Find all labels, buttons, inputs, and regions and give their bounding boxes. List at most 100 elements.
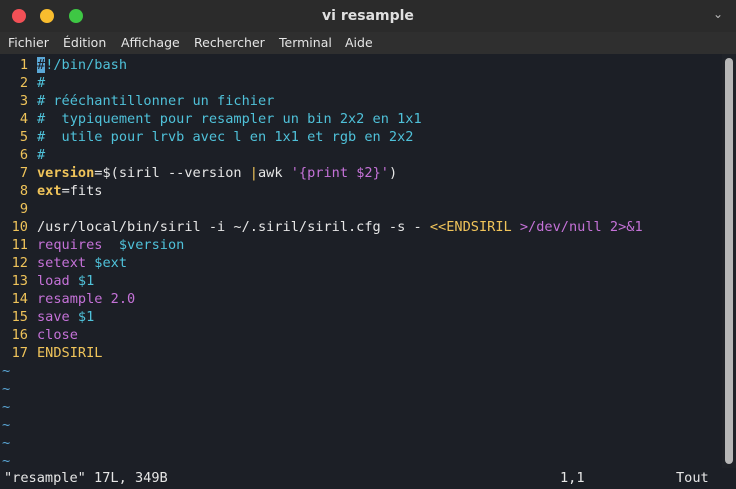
menu-terminal[interactable]: Terminal bbox=[279, 32, 332, 54]
vi-editor[interactable]: 1 #!/bin/bash 2 #3 # rééchantillonner un fic… bbox=[0, 54, 722, 469]
chevron-down-icon[interactable]: ⌄ bbox=[710, 6, 726, 22]
code-token: # bbox=[37, 147, 46, 163]
code-token: '{print $2}' bbox=[290, 165, 389, 181]
code-line[interactable]: 13 load $1 bbox=[0, 272, 95, 290]
line-number: 13 bbox=[11, 273, 28, 289]
code-text: /usr/local/bin/siril -i ~/.siril/siril.c… bbox=[28, 218, 643, 236]
line-number: 4 bbox=[19, 111, 28, 127]
code-token: ENDSIRIL bbox=[37, 345, 103, 361]
code-text: # bbox=[28, 146, 45, 164]
code-text: ENDSIRIL bbox=[28, 344, 102, 362]
code-text: requires $version bbox=[28, 236, 184, 254]
code-line[interactable]: 2 # bbox=[0, 74, 45, 92]
code-text: setext $ext bbox=[28, 254, 127, 272]
code-token: $version bbox=[118, 237, 185, 253]
code-line[interactable]: 15 save $1 bbox=[0, 308, 95, 326]
code-line[interactable]: 5 # utile pour lrvb avec l en 1x1 et rgb … bbox=[0, 128, 414, 146]
line-number: 5 bbox=[19, 129, 28, 145]
empty-line-marker: ~ bbox=[2, 435, 11, 451]
code-token: close bbox=[37, 327, 78, 343]
empty-line-marker: ~ bbox=[2, 363, 11, 379]
code-line[interactable]: 17 ENDSIRIL bbox=[0, 344, 103, 362]
code-line[interactable]: 16 close bbox=[0, 326, 78, 344]
code-line[interactable]: 4 # typiquement pour resampler un bin 2x2… bbox=[0, 110, 422, 128]
code-token: | bbox=[249, 165, 258, 181]
code-token: setext bbox=[37, 255, 95, 271]
cursor-position: 1,1 bbox=[560, 470, 585, 486]
code-text: # bbox=[28, 74, 45, 92]
code-line[interactable]: 1 #!/bin/bash bbox=[0, 56, 127, 74]
empty-line-marker: ~ bbox=[2, 417, 11, 433]
code-token: # bbox=[37, 75, 46, 91]
code-token: awk bbox=[257, 165, 291, 181]
code-token: # rééchantillonner un fichier bbox=[37, 93, 275, 109]
code-token: version bbox=[37, 165, 95, 181]
code-token: requires bbox=[37, 237, 119, 253]
code-token: =$(siril --version bbox=[94, 165, 250, 181]
code-text: resample 2.0 bbox=[28, 290, 135, 308]
line-number: 1 bbox=[19, 57, 28, 73]
text-cursor: # bbox=[37, 57, 46, 73]
code-text: #!/bin/bash bbox=[28, 56, 127, 74]
menu-affichage[interactable]: Affichage bbox=[121, 32, 180, 54]
empty-line-marker: ~ bbox=[2, 399, 11, 415]
menu-fichier[interactable]: Fichier bbox=[8, 32, 49, 54]
code-line[interactable]: 6 # bbox=[0, 146, 45, 164]
scroll-indicator: Tout bbox=[676, 470, 709, 486]
code-token: ext bbox=[37, 183, 62, 199]
line-number: 9 bbox=[19, 201, 28, 217]
empty-line-marker: ~ bbox=[2, 381, 11, 397]
code-token: $1 bbox=[77, 273, 95, 289]
code-text: load $1 bbox=[28, 272, 94, 290]
code-token: # utile pour lrvb avec l en 1x1 et rgb e… bbox=[37, 129, 414, 145]
code-token: resample 2.0 bbox=[37, 291, 136, 307]
line-number: 15 bbox=[11, 309, 28, 325]
code-token: ) bbox=[388, 165, 398, 181]
vi-status-line: "resample" 17L, 349B 1,1 Tout bbox=[0, 468, 736, 489]
code-text: # rééchantillonner un fichier bbox=[28, 92, 274, 110]
code-text: version=$(siril --version |awk '{print $… bbox=[28, 164, 397, 182]
code-line[interactable]: 9 bbox=[0, 200, 37, 218]
code-token: >/dev/null 2>&1 bbox=[519, 219, 643, 235]
menu-aide[interactable]: Aide bbox=[345, 32, 373, 54]
code-line[interactable]: 12 setext $ext bbox=[0, 254, 127, 272]
line-number: 14 bbox=[11, 291, 28, 307]
scrollbar-thumb[interactable] bbox=[725, 58, 733, 464]
title-bar[interactable]: vi resample ⌄ bbox=[0, 0, 736, 32]
code-line[interactable]: 11 requires $version bbox=[0, 236, 185, 254]
code-token: # typiquement pour resampler un bin 2x2 … bbox=[37, 111, 422, 127]
line-number: 6 bbox=[19, 147, 28, 163]
code-token: $ext bbox=[94, 255, 128, 271]
code-line[interactable]: 7 version=$(siril --version |awk '{print … bbox=[0, 164, 397, 182]
code-token: load bbox=[37, 273, 78, 289]
menu-rechercher[interactable]: Rechercher bbox=[194, 32, 265, 54]
code-token: /usr/local/bin/siril -i ~/.siril/siril.c… bbox=[37, 219, 430, 235]
code-text: ext=fits bbox=[28, 182, 102, 200]
menu-bar: Fichier Édition Affichage Rechercher Ter… bbox=[0, 32, 736, 54]
code-token: =fits bbox=[61, 183, 103, 199]
line-number: 3 bbox=[19, 93, 28, 109]
code-text: # typiquement pour resampler un bin 2x2 … bbox=[28, 110, 422, 128]
line-number: 10 bbox=[11, 219, 28, 235]
line-number: 11 bbox=[11, 237, 28, 253]
code-token: save bbox=[37, 309, 78, 325]
code-token: <<ENDSIRIL bbox=[429, 219, 520, 235]
code-text: close bbox=[28, 326, 78, 344]
line-number: 12 bbox=[11, 255, 28, 271]
code-line[interactable]: 14 resample 2.0 bbox=[0, 290, 136, 308]
code-text: # utile pour lrvb avec l en 1x1 et rgb e… bbox=[28, 128, 413, 146]
code-token: $1 bbox=[77, 309, 95, 325]
code-text: save $1 bbox=[28, 308, 94, 326]
window-title: vi resample bbox=[322, 8, 414, 24]
code-line[interactable]: 3 # rééchantillonner un fichier bbox=[0, 92, 275, 110]
line-number: 8 bbox=[19, 183, 28, 199]
code-line[interactable]: 8 ext=fits bbox=[0, 182, 103, 200]
line-number: 2 bbox=[19, 75, 28, 91]
menu-edition[interactable]: Édition bbox=[63, 32, 106, 54]
code-token: !/bin/bash bbox=[45, 57, 128, 73]
code-line[interactable]: 10/usr/local/bin/siril -i ~/.siril/siril… bbox=[0, 218, 643, 236]
line-number: 7 bbox=[19, 165, 28, 181]
line-number: 17 bbox=[11, 345, 28, 361]
terminal-window: vi resample ⌄ Fichier Édition Affichage … bbox=[0, 0, 736, 489]
scrollbar[interactable] bbox=[722, 54, 736, 468]
